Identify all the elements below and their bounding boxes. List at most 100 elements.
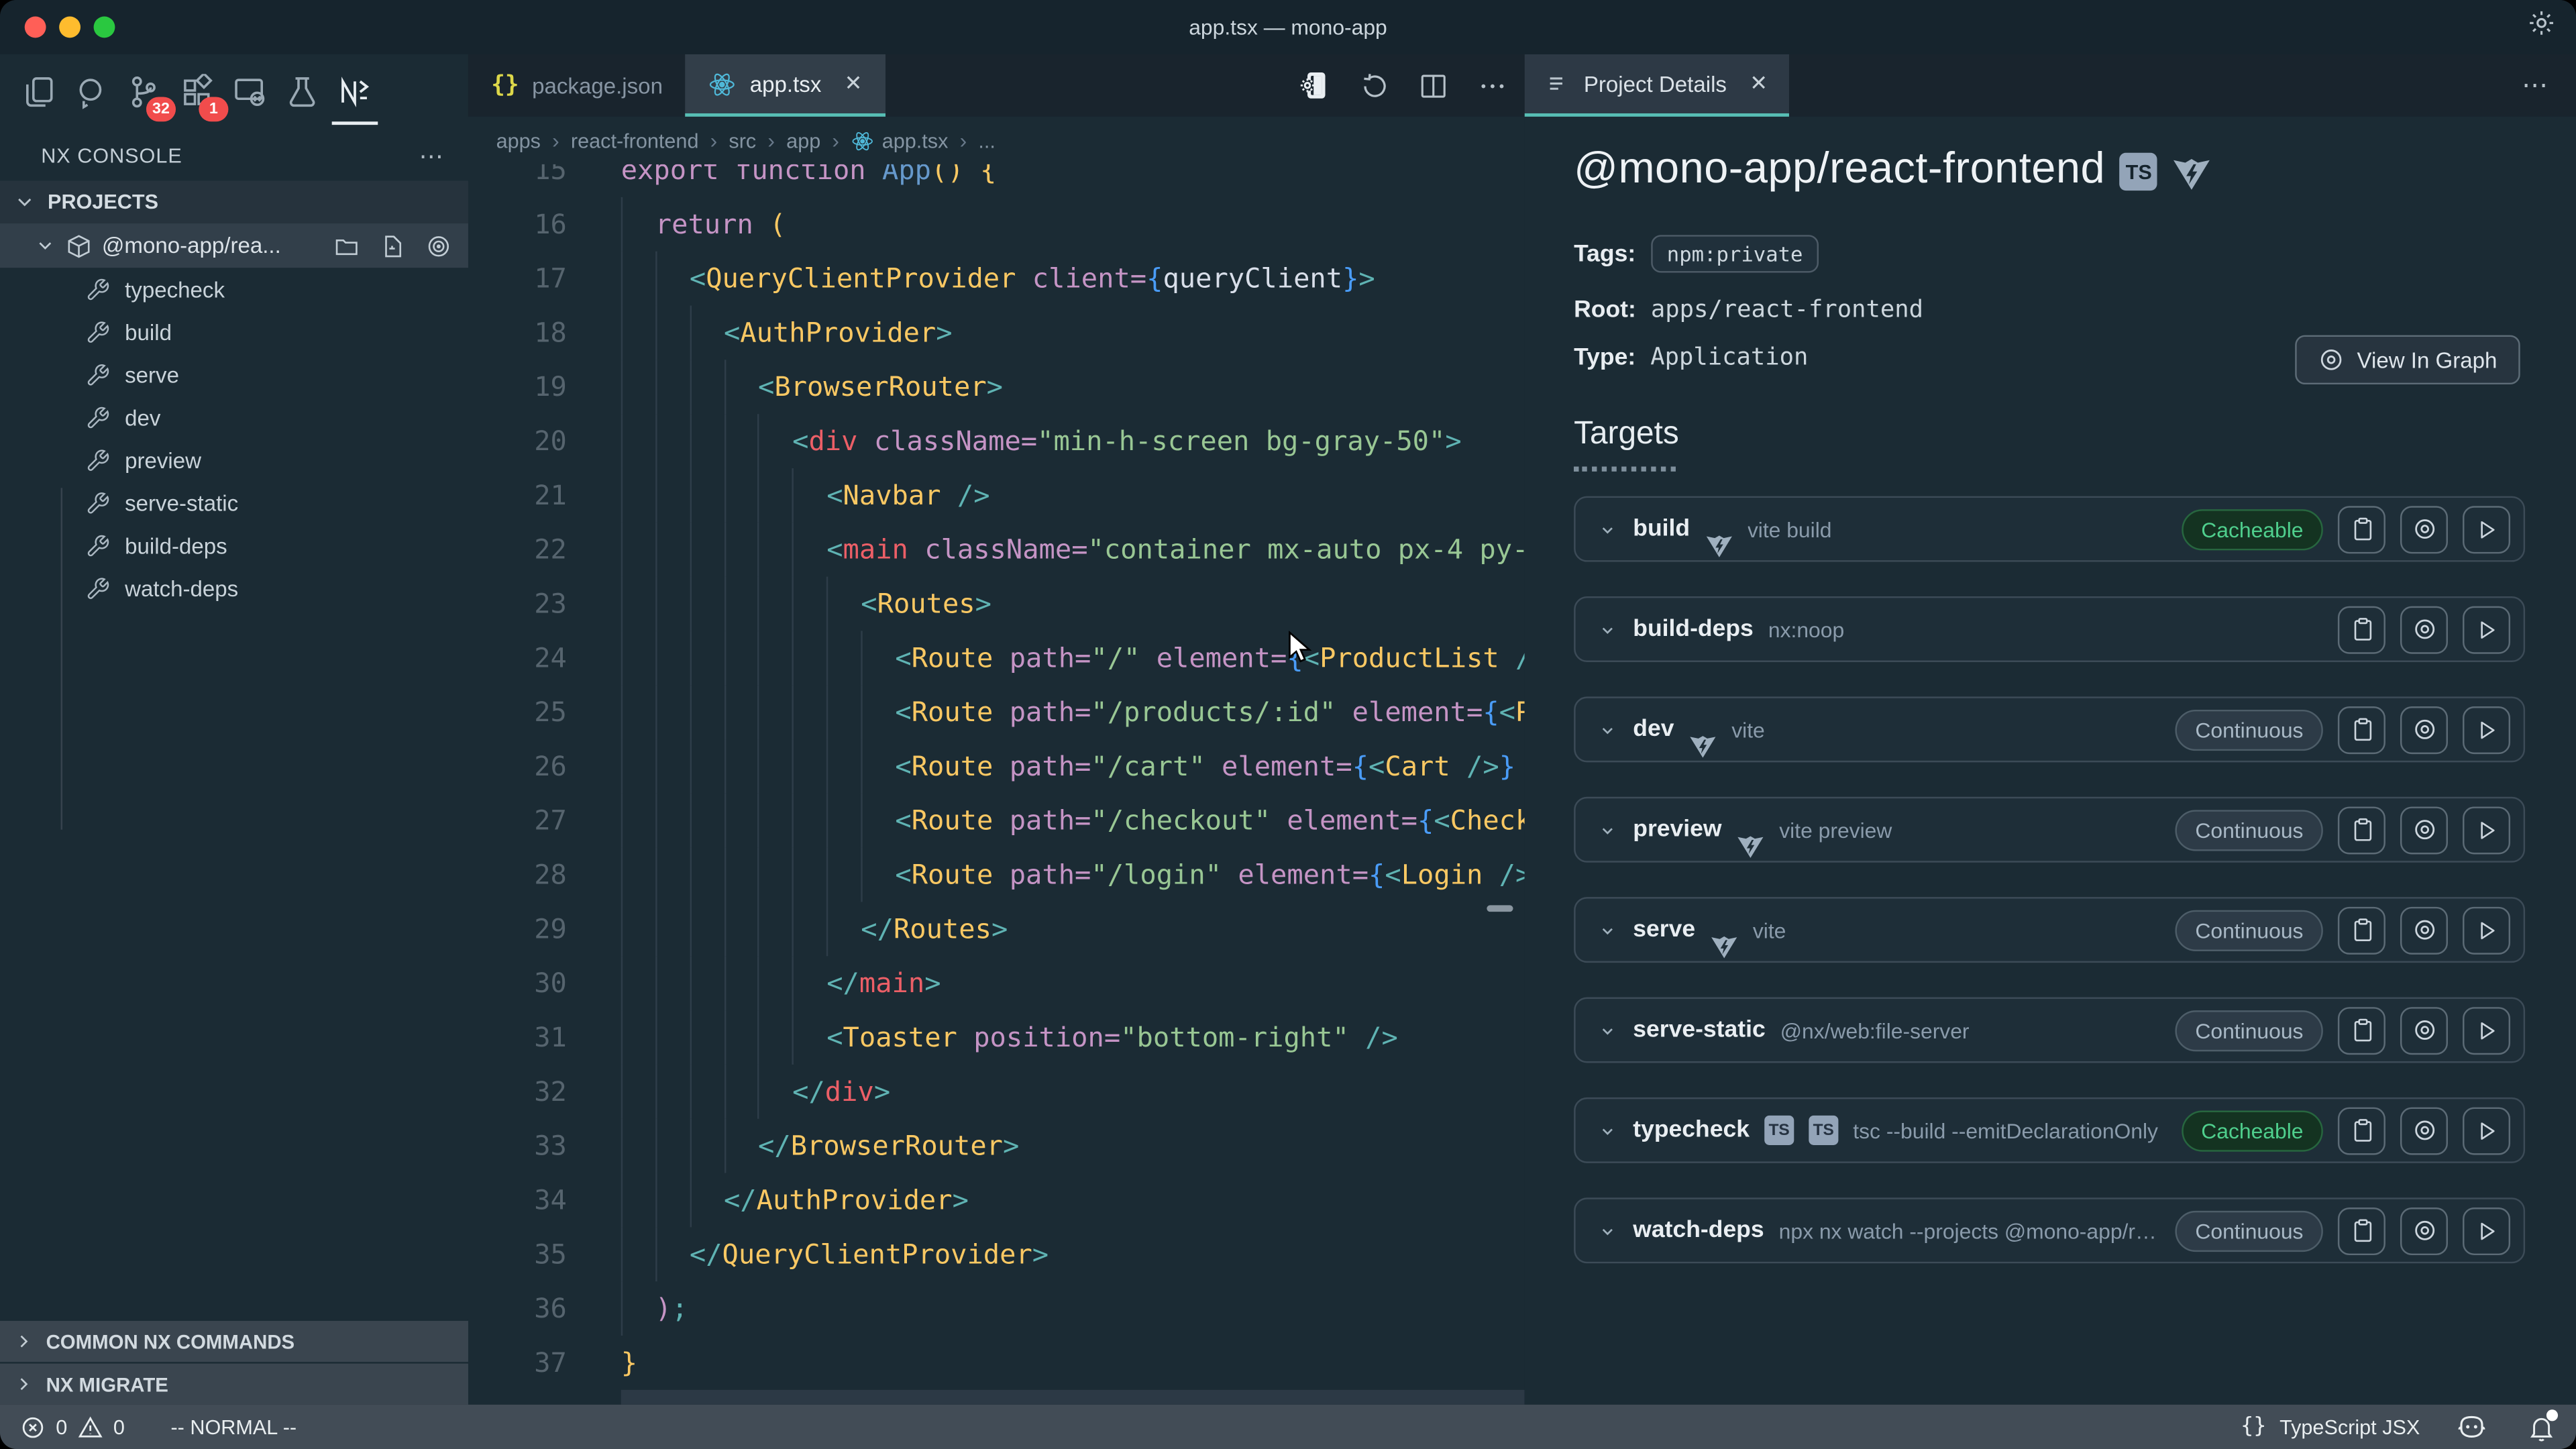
code-line-38[interactable]: 38 <box>468 1390 1525 1405</box>
chevron-down-icon[interactable] <box>1597 1120 1618 1141</box>
target-card-serve-static[interactable]: serve-static @nx/web:file-server Continu… <box>1574 998 2525 1063</box>
target-icon[interactable] <box>425 233 451 259</box>
tab-package-json[interactable]: {} package.json <box>468 54 686 117</box>
view-in-graph-button[interactable]: View In Graph <box>2294 335 2520 384</box>
tree-item-build[interactable]: build <box>0 311 468 354</box>
more-actions-icon[interactable] <box>1477 70 1509 101</box>
code-line-17[interactable]: 17<QueryClientProvider client={queryClie… <box>468 252 1525 306</box>
breadcrumb-item[interactable]: app <box>786 129 820 152</box>
close-tab-icon[interactable]: ✕ <box>845 70 863 97</box>
view-in-graph-button[interactable] <box>2400 505 2448 553</box>
copy-task-button[interactable] <box>2338 706 2385 753</box>
panel-more-actions-icon[interactable]: ⋯ <box>2522 54 2550 117</box>
chevron-down-icon[interactable] <box>1597 819 1618 841</box>
test-flask-icon[interactable] <box>284 74 321 110</box>
errors-icon[interactable] <box>19 1413 46 1440</box>
copy-task-button[interactable] <box>2338 505 2385 553</box>
tree-item-serve-static[interactable]: serve-static <box>0 482 468 525</box>
tab-app-tsx[interactable]: app.tsx ✕ <box>686 54 885 117</box>
open-project-details-icon[interactable] <box>1298 69 1331 102</box>
copy-task-button[interactable] <box>2338 906 2385 954</box>
tree-item-serve[interactable]: serve <box>0 354 468 396</box>
refresh-icon[interactable] <box>1358 70 1390 101</box>
target-card-watch-deps[interactable]: watch-deps npx nx watch --projects @mono… <box>1574 1197 2525 1263</box>
breadcrumb-item[interactable]: apps <box>496 129 541 152</box>
view-in-graph-button[interactable] <box>2400 906 2448 954</box>
errors-count[interactable]: 0 <box>56 1415 67 1438</box>
code-line-37[interactable]: 37} <box>468 1336 1525 1390</box>
chevron-down-icon[interactable] <box>1597 718 1618 740</box>
search-icon[interactable] <box>74 74 110 110</box>
view-more-actions-icon[interactable]: ⋯ <box>419 140 445 170</box>
tree-item-typecheck[interactable]: typecheck <box>0 268 468 311</box>
tree-item-build-deps[interactable]: build-deps <box>0 524 468 567</box>
run-task-button[interactable] <box>2463 605 2510 653</box>
run-task-button[interactable] <box>2463 1006 2510 1054</box>
view-in-graph-button[interactable] <box>2400 806 2448 853</box>
copy-task-button[interactable] <box>2338 605 2385 653</box>
tree-item-preview[interactable]: preview <box>0 439 468 482</box>
view-in-graph-button[interactable] <box>2400 706 2448 753</box>
view-in-graph-button[interactable] <box>2400 1106 2448 1154</box>
nx-console-icon[interactable] <box>337 74 373 110</box>
chevron-down-icon[interactable] <box>34 235 56 256</box>
target-card-build[interactable]: build vite build Cacheable <box>1574 496 2525 562</box>
breadcrumb-item[interactable]: ... <box>978 129 996 152</box>
run-task-button[interactable] <box>2463 1207 2510 1254</box>
scrollbar-slider[interactable] <box>1487 905 1513 912</box>
code-line-31[interactable]: 31<Toaster position="bottom-right" /> <box>468 1010 1525 1065</box>
warnings-icon[interactable] <box>77 1413 103 1440</box>
run-task-button[interactable] <box>2463 1106 2510 1154</box>
run-task-button[interactable] <box>2463 806 2510 853</box>
split-editor-icon[interactable] <box>1417 70 1449 101</box>
open-file-icon[interactable] <box>380 233 406 259</box>
code-line-23[interactable]: 23<Routes> <box>468 577 1525 631</box>
code-line-20[interactable]: 20<div className="min-h-screen bg-gray-5… <box>468 414 1525 468</box>
project-tree-root[interactable]: @mono-app/rea... <box>0 223 468 268</box>
code-line-29[interactable]: 29</Routes> <box>468 902 1525 956</box>
view-in-graph-button[interactable] <box>2400 605 2448 653</box>
code-line-24[interactable]: 24<Route path="/" element={<ProductList … <box>468 631 1525 685</box>
code-line-22[interactable]: 22<main className="container mx-auto px-… <box>468 523 1525 577</box>
copy-task-button[interactable] <box>2338 1006 2385 1054</box>
breadcrumb[interactable]: apps›react-frontend›src›app›app.tsx›... <box>468 117 1525 164</box>
code-line-26[interactable]: 26<Route path="/cart" element={<Cart />}… <box>468 739 1525 794</box>
target-card-preview[interactable]: preview vite preview Continuous <box>1574 797 2525 863</box>
code-line-16[interactable]: 16return ( <box>468 197 1525 252</box>
chevron-down-icon[interactable] <box>1597 1020 1618 1041</box>
close-tab-icon[interactable]: ✕ <box>1750 70 1768 97</box>
code-line-34[interactable]: 34</AuthProvider> <box>468 1173 1525 1228</box>
view-in-graph-button[interactable] <box>2400 1006 2448 1054</box>
folder-icon[interactable] <box>333 233 360 259</box>
code-line-15[interactable]: 15export function App() { <box>468 164 1525 197</box>
remote-explorer-icon[interactable] <box>231 74 268 110</box>
target-card-dev[interactable]: dev vite Continuous <box>1574 696 2525 762</box>
vim-mode-indicator[interactable]: -- NORMAL -- <box>170 1415 297 1438</box>
explorer-icon[interactable] <box>21 74 58 110</box>
breadcrumb-item[interactable]: react-frontend <box>571 129 699 152</box>
extensions-icon[interactable]: 1 <box>179 74 215 110</box>
code-line-18[interactable]: 18<AuthProvider> <box>468 306 1525 360</box>
breadcrumb-item[interactable]: src <box>729 129 756 152</box>
code-line-33[interactable]: 33</BrowserRouter> <box>468 1119 1525 1173</box>
copy-task-button[interactable] <box>2338 1207 2385 1254</box>
language-mode[interactable]: {} TypeScript JSX <box>2241 1415 2420 1440</box>
code-line-19[interactable]: 19<BrowserRouter> <box>468 360 1525 414</box>
code-line-27[interactable]: 27<Route path="/checkout" element={<Chec… <box>468 794 1525 848</box>
chevron-down-icon[interactable] <box>1597 519 1618 540</box>
run-task-button[interactable] <box>2463 706 2510 753</box>
code-line-32[interactable]: 32</div> <box>468 1065 1525 1119</box>
settings-gear-icon[interactable] <box>2527 8 2557 38</box>
view-in-graph-button[interactable] <box>2400 1207 2448 1254</box>
code-line-21[interactable]: 21<Navbar /> <box>468 468 1525 523</box>
code-line-35[interactable]: 35</QueryClientProvider> <box>468 1227 1525 1281</box>
run-task-button[interactable] <box>2463 505 2510 553</box>
code-line-25[interactable]: 25<Route path="/products/:id" element={<… <box>468 685 1525 739</box>
warnings-count[interactable]: 0 <box>113 1415 125 1438</box>
copy-task-button[interactable] <box>2338 806 2385 853</box>
chevron-down-icon[interactable] <box>1597 619 1618 640</box>
copy-task-button[interactable] <box>2338 1106 2385 1154</box>
code-line-30[interactable]: 30</main> <box>468 956 1525 1010</box>
chevron-down-icon[interactable] <box>1597 919 1618 941</box>
nx-migrate-section[interactable]: NX MIGRATE <box>0 1364 468 1405</box>
